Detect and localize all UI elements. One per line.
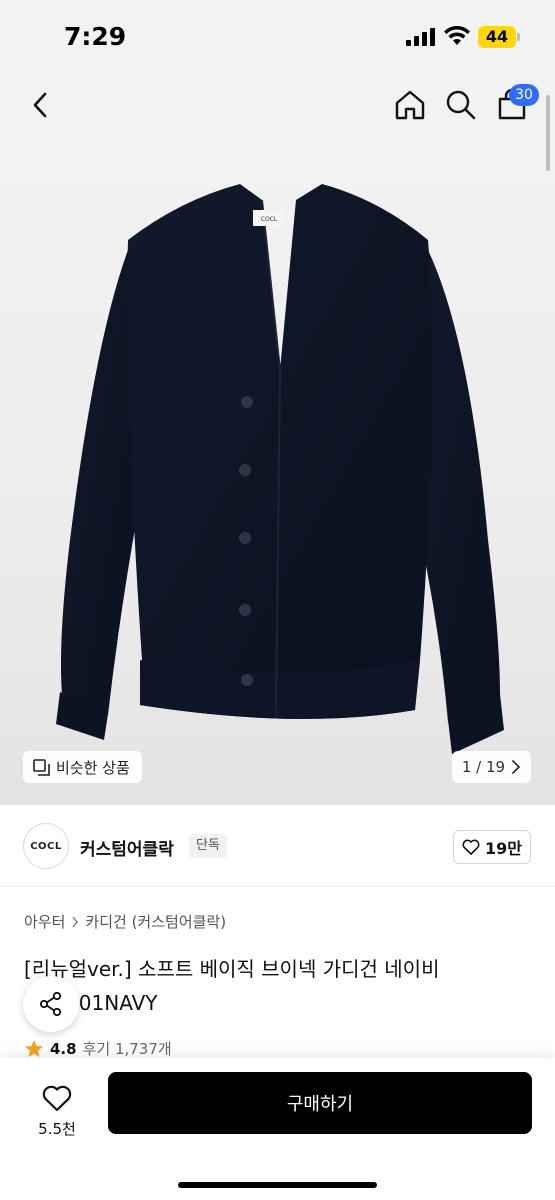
breadcrumb-category[interactable]: 아우터: [24, 911, 65, 932]
similar-products-button[interactable]: 비슷한 상품: [23, 751, 142, 783]
signal-icon: [406, 28, 435, 46]
bottom-action-bar: 5.5천 구매하기: [0, 1058, 555, 1200]
buy-button[interactable]: 구매하기: [108, 1072, 532, 1134]
chevron-right-icon: [72, 916, 79, 927]
status-time: 7:29: [64, 22, 127, 51]
status-bar: 7:29 44: [0, 0, 555, 70]
back-icon[interactable]: [26, 90, 56, 120]
heart-icon: [462, 839, 480, 855]
exclusive-badge: 단독: [189, 834, 227, 858]
battery-icon: 44: [478, 26, 516, 48]
rating-row[interactable]: 4.8 후기 1,737개: [24, 1038, 172, 1059]
home-icon[interactable]: [393, 88, 427, 122]
product-title-text: [리뉴얼ver.] 소프트 베이직 브이넥 가디건 네이비 SCD001NAVY: [24, 957, 440, 1015]
breadcrumb: 아우터 카디건 (커스텀어클락): [24, 911, 226, 932]
wishlist-count: 5.5천: [38, 1120, 76, 1138]
product-title: [리뉴얼ver.] 소프트 베이직 브이넥 가디건 네이비 SCD001NAVY: [24, 952, 534, 1020]
brand-like-count: 19만: [485, 839, 522, 858]
brand-name[interactable]: 커스텀어클락: [80, 835, 174, 860]
chevron-right-icon: [512, 760, 521, 774]
top-navigation: 30: [0, 70, 555, 140]
cardigan-image: COCL: [56, 184, 504, 754]
similar-products-label: 비슷한 상품: [56, 758, 130, 777]
cardigan-label-text: COCL: [261, 216, 278, 223]
heart-icon: [42, 1085, 72, 1112]
image-pager[interactable]: 1 / 19: [452, 751, 531, 783]
wifi-icon: [444, 26, 470, 45]
share-icon: [39, 991, 62, 1017]
search-icon[interactable]: [444, 88, 478, 122]
brand-row: COCL 커스텀어클락 단독 19만: [0, 805, 555, 887]
cart-count-badge: 30: [509, 84, 539, 106]
product-detail-page: 7:29 44 30 COCL 비슷한 상품 1 / 19 COCL 커스텀어클…: [0, 0, 555, 1200]
scrollbar[interactable]: [546, 95, 550, 171]
breadcrumb-subcategory[interactable]: 카디건 (커스텀어클락): [85, 911, 226, 932]
battery-nub: [517, 33, 520, 41]
home-indicator[interactable]: [178, 1182, 377, 1188]
share-button[interactable]: [23, 976, 79, 1032]
wishlist-button[interactable]: 5.5천: [18, 1072, 96, 1152]
brand-logo[interactable]: COCL: [23, 823, 69, 869]
brand-like-button[interactable]: 19만: [453, 830, 531, 864]
star-icon: [25, 1039, 43, 1057]
rating-value: 4.8: [50, 1039, 77, 1058]
pager-text: 1 / 19: [461, 758, 506, 776]
similar-icon: [33, 758, 50, 776]
product-image-gallery[interactable]: COCL 비슷한 상품 1 / 19: [0, 140, 555, 805]
review-count: 후기 1,737개: [82, 1040, 172, 1058]
